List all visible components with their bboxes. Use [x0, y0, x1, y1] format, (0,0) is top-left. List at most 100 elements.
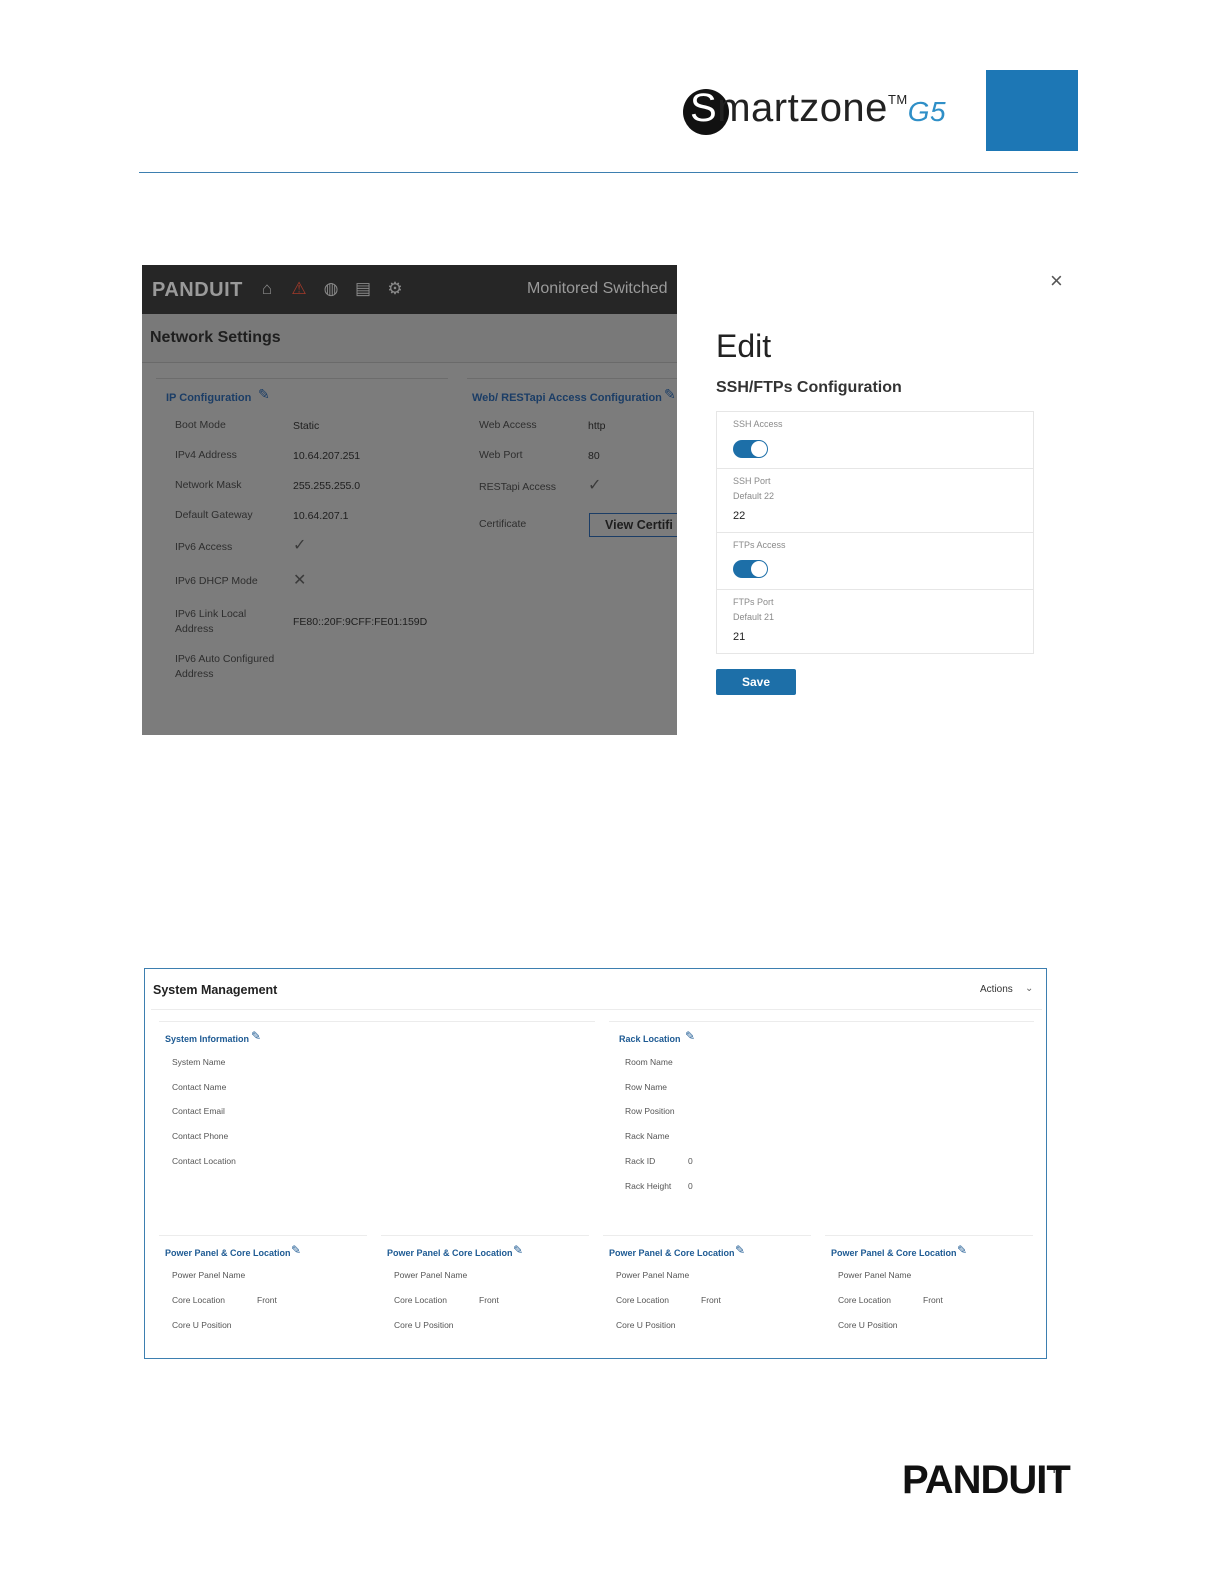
- ipv4-address-value: 10.64.207.251: [293, 450, 361, 462]
- rack-location-title: Rack Location: [619, 1034, 681, 1044]
- core-u-position-label: Core U Position: [394, 1320, 454, 1330]
- section-divider: [825, 1235, 1033, 1236]
- web-config-title: Web/ RESTapi Access Configuration: [472, 392, 662, 404]
- contact-email-label: Contact Email: [172, 1106, 225, 1116]
- power-panel-name-label: Power Panel Name: [394, 1270, 468, 1280]
- close-icon[interactable]: ×: [1050, 270, 1063, 292]
- section-divider: [159, 1021, 595, 1022]
- ftps-port-field: FTPs Port Default 21 21: [716, 589, 1034, 654]
- edit-pencil-icon[interactable]: ✎: [957, 1243, 967, 1257]
- home-icon[interactable]: ⌂: [256, 278, 278, 300]
- report-icon[interactable]: ▤: [352, 278, 374, 300]
- core-location-label: Core Location: [172, 1295, 225, 1305]
- web-access-value: http: [588, 420, 606, 432]
- network-mask-value: 255.255.255.0: [293, 480, 361, 492]
- ssh-ftps-config-title: SSH/FTPs Configuration: [716, 379, 902, 396]
- toggle-knob: [751, 561, 767, 577]
- web-port-label: Web Port: [479, 449, 523, 461]
- edit-pencil-icon[interactable]: ✎: [258, 386, 270, 403]
- power-panel-title: Power Panel & Core Location: [387, 1248, 513, 1258]
- ipv4-address-label: IPv4 Address: [175, 449, 237, 461]
- ipv6-access-label: IPv6 Access: [175, 541, 233, 553]
- default-gateway-label: Default Gateway: [175, 509, 253, 521]
- section-divider: [467, 378, 677, 379]
- header-divider: [151, 1009, 1042, 1010]
- check-icon: ✓: [293, 537, 307, 554]
- ssh-access-field: SSH Access: [716, 411, 1034, 469]
- view-certificate-button[interactable]: View Certifi: [589, 513, 677, 537]
- system-information-title: System Information: [165, 1034, 250, 1044]
- alert-icon[interactable]: ⚠: [288, 278, 310, 300]
- ip-config-title: IP Configuration: [166, 392, 252, 404]
- power-panel-name-label: Power Panel Name: [838, 1270, 912, 1280]
- globe-icon[interactable]: ◍: [320, 278, 342, 300]
- row-name-label: Row Name: [625, 1082, 668, 1092]
- panduit-footer-logo: PANDUIT: [902, 1458, 1071, 1502]
- gear-icon[interactable]: ⚙: [384, 278, 406, 300]
- edit-title: Edit: [716, 328, 772, 364]
- header-divider: [139, 172, 1078, 173]
- check-icon: ✓: [588, 477, 602, 494]
- contact-phone-label: Contact Phone: [172, 1131, 229, 1141]
- core-location-value: Front: [923, 1295, 943, 1305]
- core-location-label: Core Location: [394, 1295, 447, 1305]
- web-port-value: 80: [588, 450, 600, 462]
- app-title: Monitored Switched: [527, 280, 668, 297]
- toggle-knob: [751, 441, 767, 457]
- ipv6-auto-configured-label: IPv6 Auto Configured Address: [175, 653, 275, 680]
- network-mask-label: Network Mask: [175, 479, 242, 491]
- ipv6-link-local-label: IPv6 Link Local Address: [175, 608, 247, 635]
- save-button[interactable]: Save: [716, 669, 796, 695]
- section-divider: [159, 1235, 367, 1236]
- section-divider: [603, 1235, 811, 1236]
- ipv6-link-local-value: FE80::20F:9CFF:FE01:159D: [293, 616, 428, 628]
- edit-pencil-icon[interactable]: ✎: [685, 1029, 695, 1043]
- ssh-port-input[interactable]: 22: [733, 510, 745, 522]
- core-location-value: Front: [257, 1295, 277, 1305]
- core-location-value: Front: [479, 1295, 499, 1305]
- core-location-label: Core Location: [616, 1295, 669, 1305]
- edit-pencil-icon[interactable]: ✎: [664, 386, 676, 403]
- default-gateway-value: 10.64.207.1: [293, 510, 349, 522]
- contact-location-label: Contact Location: [172, 1156, 236, 1166]
- room-name-label: Room Name: [625, 1057, 673, 1067]
- trademark-mark: TM: [1052, 1468, 1063, 1475]
- power-panel-title: Power Panel & Core Location: [165, 1248, 291, 1258]
- panduit-logo: PANDUIT: [152, 279, 243, 301]
- ftps-port-label: FTPs Port: [733, 597, 774, 607]
- boot-mode-label: Boot Mode: [175, 419, 226, 431]
- actions-dropdown[interactable]: Actions: [980, 984, 1013, 995]
- contact-name-label: Contact Name: [172, 1082, 227, 1092]
- edit-pencil-icon[interactable]: ✎: [513, 1243, 523, 1257]
- rack-id-value: 0: [688, 1156, 693, 1166]
- ftps-access-field: FTPs Access: [716, 532, 1034, 590]
- chevron-down-icon[interactable]: ⌄: [1025, 983, 1033, 994]
- boot-mode-value: Static: [293, 420, 320, 432]
- web-access-label: Web Access: [479, 419, 537, 431]
- power-panel-title: Power Panel & Core Location: [831, 1248, 957, 1258]
- system-name-label: System Name: [172, 1057, 226, 1067]
- ssh-access-toggle[interactable]: [733, 440, 768, 458]
- header-blue-block: [986, 70, 1078, 151]
- power-panel-name-label: Power Panel Name: [616, 1270, 690, 1280]
- power-panel-title: Power Panel & Core Location: [609, 1248, 735, 1258]
- core-u-position-label: Core U Position: [616, 1320, 676, 1330]
- section-divider: [609, 1021, 1034, 1022]
- ftps-port-default: Default 21: [733, 612, 775, 622]
- core-u-position-label: Core U Position: [172, 1320, 232, 1330]
- page-title: Network Settings: [150, 329, 281, 346]
- network-settings-screenshot: PANDUIT ⌂ ⚠ ◍ ▤ ⚙ Monitored Switched Net…: [142, 265, 677, 735]
- section-divider: [156, 378, 448, 379]
- rack-height-value: 0: [688, 1181, 693, 1191]
- edit-pencil-icon[interactable]: ✎: [251, 1029, 261, 1043]
- power-panel-name-label: Power Panel Name: [172, 1270, 246, 1280]
- ssh-access-label: SSH Access: [733, 419, 783, 429]
- row-position-label: Row Position: [625, 1106, 675, 1116]
- edit-pencil-icon[interactable]: ✎: [291, 1243, 301, 1257]
- edit-pencil-icon[interactable]: ✎: [735, 1243, 745, 1257]
- ftps-port-input[interactable]: 21: [733, 631, 745, 643]
- ftps-access-toggle[interactable]: [733, 560, 768, 578]
- rack-name-label: Rack Name: [625, 1131, 670, 1141]
- ssh-port-field: SSH Port Default 22 22: [716, 468, 1034, 533]
- ssh-port-default: Default 22: [733, 491, 775, 501]
